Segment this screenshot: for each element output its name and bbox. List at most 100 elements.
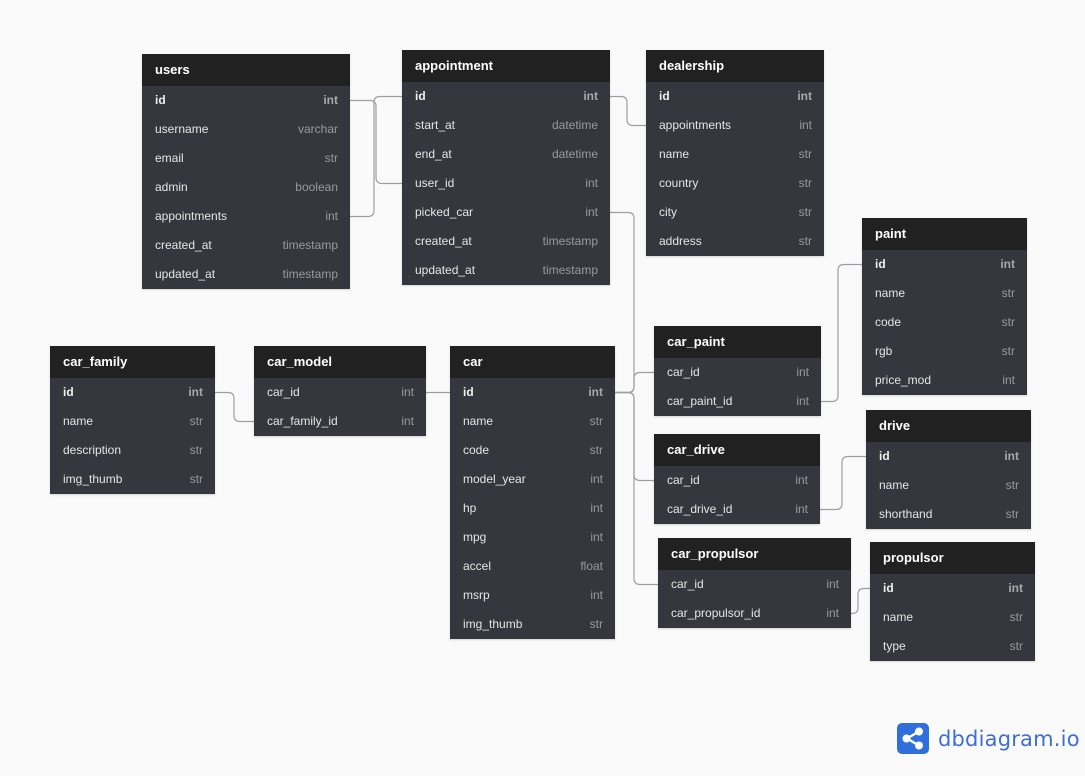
relationship-line[interactable] — [610, 95, 646, 127]
relationship-line[interactable] — [615, 371, 654, 394]
field-row[interactable]: picked_car int — [402, 198, 610, 227]
field-row[interactable]: car_id int — [658, 570, 851, 599]
field-row[interactable]: id int — [866, 442, 1031, 471]
field-type: int — [590, 501, 603, 515]
table-header[interactable]: car — [450, 346, 615, 378]
field-row[interactable]: address str — [646, 227, 824, 256]
field-name: email — [155, 151, 184, 165]
table-header[interactable]: paint — [862, 218, 1027, 250]
field-row[interactable]: car_drive_id int — [654, 495, 820, 524]
field-row[interactable]: id int — [646, 82, 824, 111]
field-row[interactable]: type str — [870, 632, 1035, 661]
table-header[interactable]: car_drive — [654, 434, 820, 466]
field-row[interactable]: img_thumb str — [450, 610, 615, 639]
field-row[interactable]: updated_at timestamp — [142, 260, 350, 289]
table-drive[interactable]: drive id int name str shorthand str — [866, 410, 1031, 529]
table-users[interactable]: users id int username varchar email str admin bo… — [142, 54, 350, 289]
field-row[interactable]: username varchar — [142, 115, 350, 144]
field-type: timestamp — [282, 267, 338, 281]
field-row[interactable]: car_propulsor_id int — [658, 599, 851, 628]
field-row[interactable]: id int — [142, 86, 350, 115]
field-row[interactable]: admin boolean — [142, 173, 350, 202]
field-row[interactable]: start_at datetime — [402, 111, 610, 140]
field-name: updated_at — [415, 263, 476, 277]
field-name: admin — [155, 180, 188, 194]
field-row[interactable]: img_thumb str — [50, 465, 215, 494]
field-row[interactable]: id int — [870, 574, 1035, 603]
table-car-model[interactable]: car_model car_id int car_family_id int — [254, 346, 426, 436]
table-header[interactable]: propulsor — [870, 542, 1035, 574]
relationship-line[interactable] — [821, 263, 862, 403]
field-row[interactable]: user_id int — [402, 169, 610, 198]
table-dealership[interactable]: dealership id int appointments int name str cou… — [646, 50, 824, 256]
field-row[interactable]: shorthand str — [866, 500, 1031, 529]
field-row[interactable]: name str — [450, 407, 615, 436]
field-type: datetime — [551, 147, 598, 161]
table-car-drive[interactable]: car_drive car_id int car_drive_id int — [654, 434, 820, 524]
table-car-family[interactable]: car_family id int name str description str img_… — [50, 346, 215, 494]
relationship-line[interactable] — [350, 99, 402, 185]
table-car[interactable]: car id int name str code str model_year int hp int… — [450, 346, 615, 639]
field-row[interactable]: rgb str — [862, 337, 1027, 366]
field-name: img_thumb — [463, 617, 523, 631]
field-row[interactable]: car_id int — [654, 358, 821, 387]
relationship-line[interactable] — [851, 587, 870, 615]
field-row[interactable]: name str — [862, 279, 1027, 308]
field-type: datetime — [551, 118, 598, 132]
field-row[interactable]: msrp int — [450, 581, 615, 610]
field-row[interactable]: id int — [862, 250, 1027, 279]
field-row[interactable]: created_at timestamp — [142, 231, 350, 260]
field-row[interactable]: accel float — [450, 552, 615, 581]
field-name: msrp — [463, 588, 490, 602]
table-header[interactable]: car_paint — [654, 326, 821, 358]
field-row[interactable]: id int — [450, 378, 615, 407]
field-row[interactable]: car_id int — [654, 466, 820, 495]
field-row[interactable]: code str — [450, 436, 615, 465]
table-propulsor[interactable]: propulsor id int name str type str — [870, 542, 1035, 661]
table-header[interactable]: drive — [866, 410, 1031, 442]
table-header[interactable]: car_family — [50, 346, 215, 378]
field-type: timestamp — [282, 238, 338, 252]
field-row[interactable]: end_at datetime — [402, 140, 610, 169]
table-paint[interactable]: paint id int name str code str rgb str price_mod i… — [862, 218, 1027, 395]
table-header[interactable]: car_propulsor — [658, 538, 851, 570]
field-row[interactable]: code str — [862, 308, 1027, 337]
field-row[interactable]: email str — [142, 144, 350, 173]
field-row[interactable]: car_paint_id int — [654, 387, 821, 416]
field-row[interactable]: car_family_id int — [254, 407, 426, 436]
field-row[interactable]: name str — [646, 140, 824, 169]
table-appointment[interactable]: appointment id int start_at datetime end_at da… — [402, 50, 610, 285]
table-header[interactable]: dealership — [646, 50, 824, 82]
field-name: id — [875, 257, 886, 271]
field-row[interactable]: city str — [646, 198, 824, 227]
field-name: name — [659, 147, 690, 161]
field-row[interactable]: car_id int — [254, 378, 426, 407]
table-header[interactable]: appointment — [402, 50, 610, 82]
field-row[interactable]: name str — [50, 407, 215, 436]
relationship-line[interactable] — [820, 455, 866, 511]
field-row[interactable]: appointments int — [142, 202, 350, 231]
field-row[interactable]: price_mod int — [862, 366, 1027, 395]
relationship-line[interactable] — [215, 391, 254, 423]
field-row[interactable]: created_at timestamp — [402, 227, 610, 256]
field-type: str — [1005, 478, 1019, 492]
field-row[interactable]: id int — [50, 378, 215, 407]
table-car-paint[interactable]: car_paint car_id int car_paint_id int — [654, 326, 821, 416]
field-row[interactable]: description str — [50, 436, 215, 465]
dbdiagram-logo[interactable]: dbdiagram.io — [897, 723, 1080, 754]
field-row[interactable]: name str — [870, 603, 1035, 632]
field-row[interactable]: country str — [646, 169, 824, 198]
field-row[interactable]: mpg int — [450, 523, 615, 552]
table-car-propulsor[interactable]: car_propulsor car_id int car_propulsor_id in… — [658, 538, 851, 628]
field-row[interactable]: hp int — [450, 494, 615, 523]
field-type: int — [590, 588, 603, 602]
share-icon — [897, 723, 929, 754]
field-row[interactable]: id int — [402, 82, 610, 111]
field-row[interactable]: model_year int — [450, 465, 615, 494]
table-header[interactable]: car_model — [254, 346, 426, 378]
field-row[interactable]: updated_at timestamp — [402, 256, 610, 285]
table-header[interactable]: users — [142, 54, 350, 86]
relationship-line[interactable] — [615, 391, 658, 586]
field-row[interactable]: appointments int — [646, 111, 824, 140]
field-row[interactable]: name str — [866, 471, 1031, 500]
